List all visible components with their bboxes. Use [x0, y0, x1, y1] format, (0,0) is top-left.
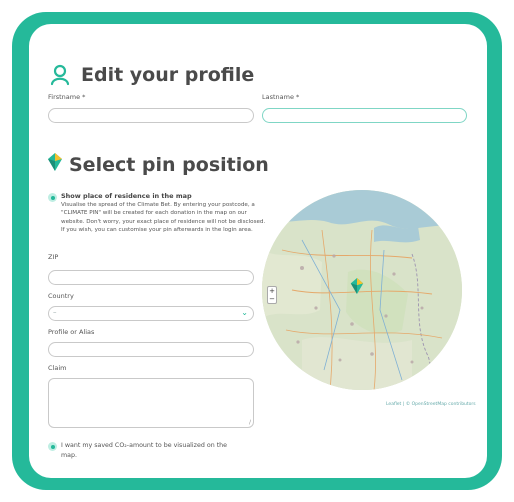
country-select[interactable]: – ⌄ [48, 306, 254, 321]
firstname-label: Firstname * [48, 93, 86, 101]
show-residence-radio[interactable] [48, 193, 57, 202]
show-residence-label: Show place of residence in the map [61, 192, 192, 200]
resize-handle-icon: ∕ [248, 419, 251, 426]
zip-label: ZIP [48, 253, 59, 261]
lastname-label: Lastname * [262, 93, 300, 101]
zoom-control: + − [267, 286, 277, 304]
climate-pin-icon [350, 278, 364, 294]
claim-label: Claim [48, 364, 67, 372]
profile-form-card: Edit your profile Firstname * Lastname *… [29, 24, 487, 478]
user-outline-icon [50, 64, 70, 86]
section-title: Select pin position [69, 154, 269, 176]
alias-label: Profile or Alias [48, 328, 95, 336]
co2-visualize-label: I want my saved CO₂-amount to be visuali… [61, 442, 228, 459]
co2-visualize-radio[interactable] [48, 442, 57, 451]
map-attribution[interactable]: Leaflet | © OpenStreetMap contributors [386, 402, 476, 407]
alias-input[interactable] [48, 342, 254, 357]
map-pin-icon [48, 153, 62, 171]
lastname-input[interactable] [262, 108, 467, 123]
chevron-down-icon: ⌄ [241, 308, 248, 317]
page-title: Edit your profile [81, 64, 255, 86]
country-label: Country [48, 292, 74, 300]
zoom-out-button[interactable]: − [268, 295, 276, 303]
claim-textarea[interactable]: ∕ [48, 378, 254, 428]
firstname-input[interactable] [48, 108, 254, 123]
zoom-in-button[interactable]: + [268, 287, 276, 295]
map-view[interactable]: + − [262, 190, 462, 390]
pin-description: Visualise the spread of the Climate Bet.… [61, 202, 266, 234]
zip-input[interactable] [48, 270, 254, 285]
